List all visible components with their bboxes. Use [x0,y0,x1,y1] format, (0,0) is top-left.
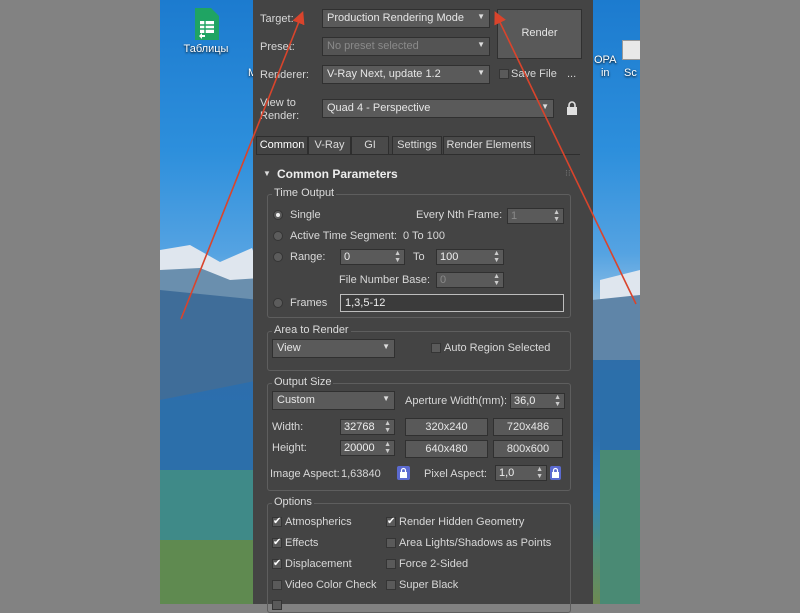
annotation-arrows [180,11,637,320]
arrow-to-target [180,11,305,320]
arrow-to-render [494,11,637,305]
